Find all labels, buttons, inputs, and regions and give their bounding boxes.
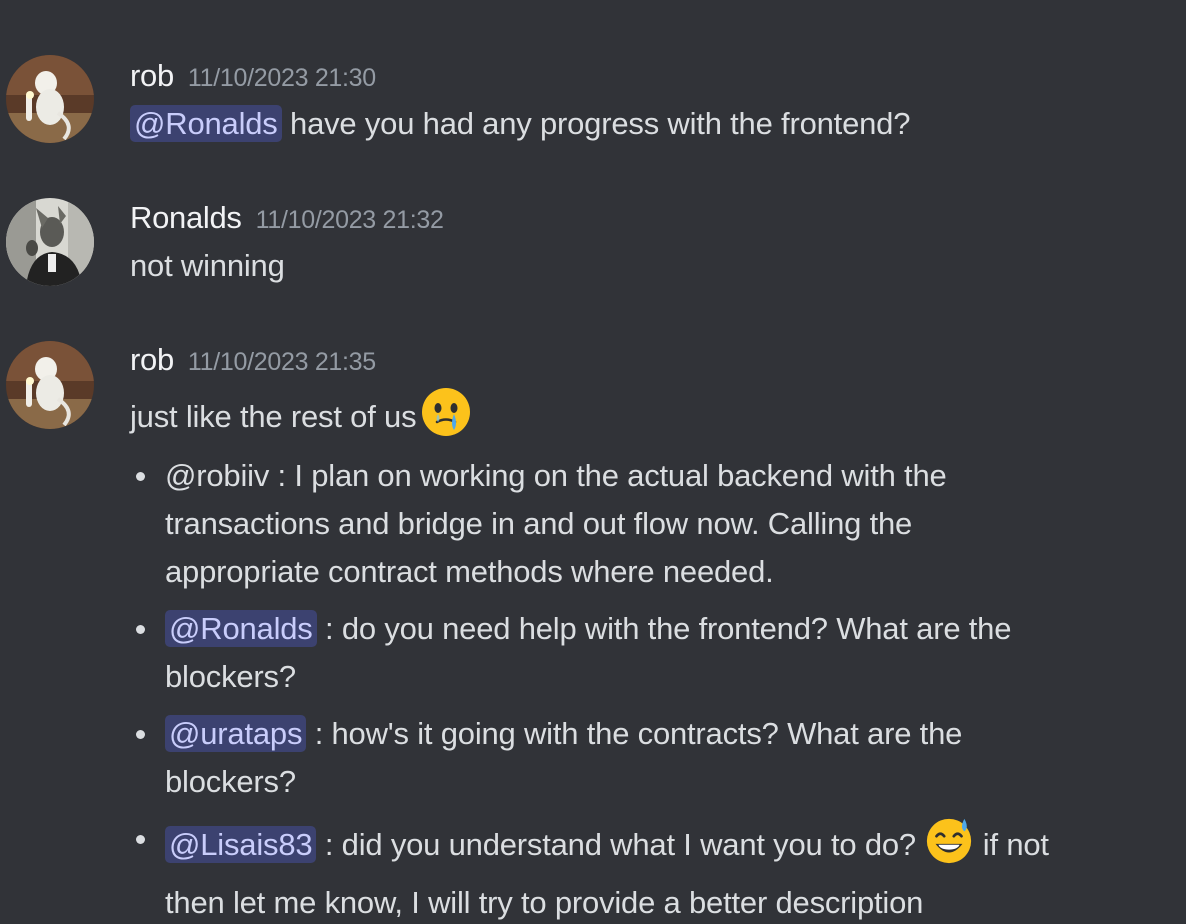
message-text: just like the rest of us (130, 399, 417, 435)
message-content: just like the rest of us (130, 386, 472, 452)
grinning-face-with-sweat-icon[interactable] (924, 815, 974, 879)
face-holding-back-tears-icon[interactable] (420, 386, 472, 452)
bullet-dot (136, 625, 145, 634)
avatar[interactable] (6, 341, 94, 429)
user-mention[interactable]: @Ronalds (130, 105, 282, 142)
timestamp[interactable]: 11/10/2023 21:35 (188, 348, 376, 376)
list-item: @Ronalds : do you need help with the fro… (130, 605, 1170, 701)
list-item-text: appropriate contract methods where neede… (165, 554, 774, 589)
list-item-text: : how's it going with the contracts? Wha… (306, 716, 963, 751)
username[interactable]: rob (130, 58, 174, 93)
bullet-dot (136, 472, 145, 481)
avatar[interactable] (6, 55, 94, 143)
list-item-text: blockers? (165, 659, 296, 694)
bullet-dot (136, 835, 145, 844)
timestamp[interactable]: 11/10/2023 21:30 (188, 64, 376, 92)
message-content: @Ronalds have you had any progress with … (130, 100, 910, 148)
message-header: rob 11/10/2023 21:35 (130, 342, 376, 378)
list-item: @urataps : how's it going with the contr… (130, 710, 1170, 806)
chat-message-list: rob 11/10/2023 21:30 @Ronalds have you ha… (0, 0, 1186, 924)
message-text: have you had any progress with the front… (281, 106, 911, 141)
list-item-text: blockers? (165, 764, 296, 799)
list-item: @robiiv : I plan on working on the actua… (130, 452, 1170, 596)
list-item-text: : did you understand what I want you to … (316, 827, 925, 863)
username[interactable]: Ronalds (130, 200, 242, 235)
bullet-dot (136, 730, 145, 739)
list-item-text: @robiiv : I plan on working on the actua… (165, 458, 947, 493)
list-item-text: transactions and bridge in and out flow … (165, 506, 913, 541)
user-mention[interactable]: @Ronalds (165, 610, 317, 647)
list-item-text: then let me know, I will try to provide … (165, 885, 924, 920)
list-item-text: if not (974, 827, 1049, 863)
list-item: @Lisais83 : did you understand what I wa… (130, 815, 1170, 924)
message-text: not winning (130, 248, 285, 283)
timestamp[interactable]: 11/10/2023 21:32 (256, 206, 444, 234)
user-mention[interactable]: @Lisais83 (165, 826, 317, 864)
user-mention[interactable]: @urataps (165, 715, 307, 752)
message-header: Ronalds 11/10/2023 21:32 (130, 200, 444, 236)
message-header: rob 11/10/2023 21:30 (130, 58, 376, 94)
avatar[interactable] (6, 198, 94, 286)
username[interactable]: rob (130, 342, 174, 377)
list-item-text: : do you need help with the frontend? Wh… (316, 611, 1012, 646)
bullet-list: @robiiv : I plan on working on the actua… (130, 452, 1170, 924)
